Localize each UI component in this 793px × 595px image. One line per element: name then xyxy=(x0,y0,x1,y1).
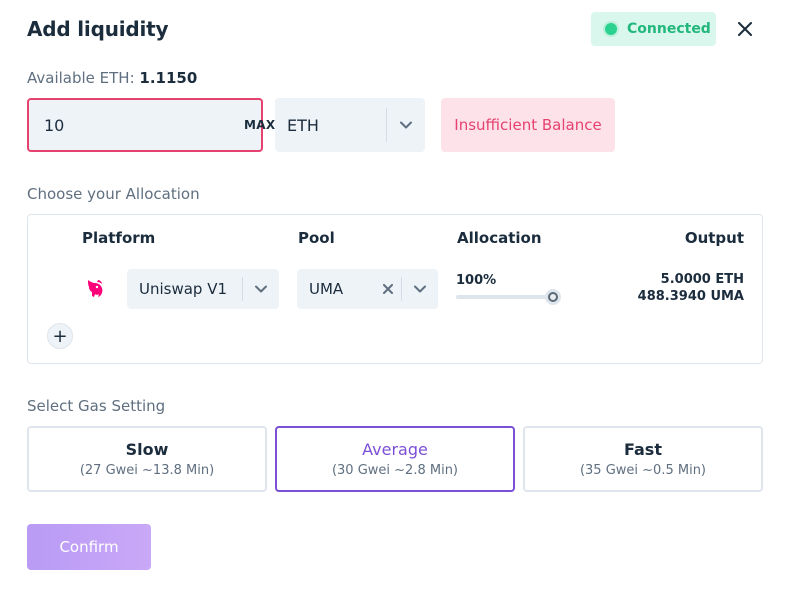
uniswap-unicorn-icon xyxy=(84,277,106,303)
chevron-down-icon xyxy=(243,285,279,293)
allocation-slider-track[interactable] xyxy=(456,295,554,299)
allocation-section-label: Choose your Allocation xyxy=(27,185,200,203)
output-token: 488.3940 UMA xyxy=(637,289,744,304)
gas-option-fast[interactable]: Fast (35 Gwei ~0.5 Min) xyxy=(523,426,763,492)
insufficient-balance-alert: Insufficient Balance xyxy=(441,98,615,152)
status-label: Connected xyxy=(627,21,711,37)
available-balance-label: Available ETH: xyxy=(27,69,135,87)
output-eth: 5.0000 ETH xyxy=(660,272,744,287)
available-balance-value: 1.1150 xyxy=(139,69,198,87)
max-button[interactable]: MAX xyxy=(244,118,275,132)
connection-status-badge: Connected xyxy=(591,12,716,46)
token-select-value: ETH xyxy=(287,115,319,135)
dialog-title: Add liquidity xyxy=(27,17,169,41)
available-balance: Available ETH: 1.1150 xyxy=(27,69,197,87)
close-button[interactable] xyxy=(733,17,757,41)
platform-select[interactable]: Uniswap V1 xyxy=(127,269,279,309)
chevron-down-icon xyxy=(387,121,425,129)
platform-select-value: Uniswap V1 xyxy=(139,280,228,298)
chevron-down-icon xyxy=(402,285,438,293)
close-icon xyxy=(738,22,752,36)
gas-option-name: Average xyxy=(362,440,428,459)
amount-input[interactable] xyxy=(44,115,244,135)
pool-column-header: Pool xyxy=(298,229,335,247)
status-dot-icon xyxy=(605,23,617,35)
gas-option-average[interactable]: Average (30 Gwei ~2.8 Min) xyxy=(275,426,515,492)
gas-option-detail: (35 Gwei ~0.5 Min) xyxy=(579,463,707,478)
output-column-header: Output xyxy=(684,229,744,247)
gas-option-detail: (27 Gwei ~13.8 Min) xyxy=(79,463,215,478)
allocation-percent: 100% xyxy=(456,273,497,288)
platform-column-header: Platform xyxy=(82,229,156,247)
amount-field: MAX xyxy=(27,98,275,152)
gas-section-label: Select Gas Setting xyxy=(27,397,166,415)
gas-option-slow[interactable]: Slow (27 Gwei ~13.8 Min) xyxy=(27,426,267,492)
confirm-button[interactable]: Confirm xyxy=(27,524,151,570)
gas-option-name: Fast xyxy=(624,440,662,459)
add-allocation-button[interactable]: + xyxy=(47,323,73,349)
output-values: 5.0000 ETH 488.3940 UMA xyxy=(638,271,744,305)
token-select[interactable]: ETH xyxy=(275,98,425,152)
gas-option-detail: (30 Gwei ~2.8 Min) xyxy=(331,463,459,478)
allocation-column-header: Allocation xyxy=(457,229,542,247)
pool-select-value: UMA xyxy=(309,280,344,298)
pool-select[interactable]: UMA xyxy=(297,269,438,309)
clear-selection-icon[interactable] xyxy=(375,284,401,294)
allocation-slider-handle[interactable] xyxy=(545,289,561,305)
gas-option-name: Slow xyxy=(125,440,169,459)
